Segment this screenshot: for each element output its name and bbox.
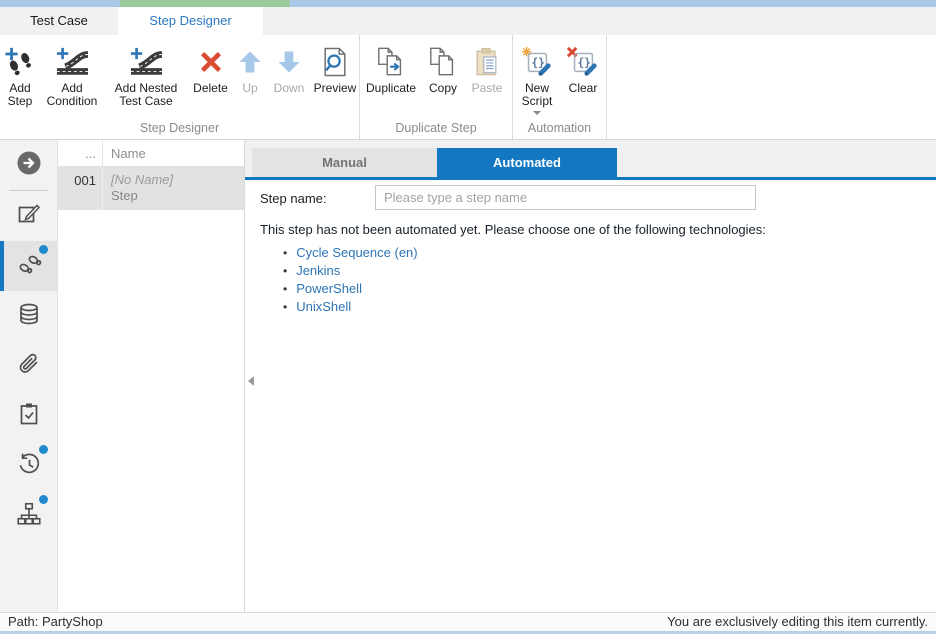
technology-link[interactable]: UnixShell: [283, 298, 418, 316]
ribbon-group-label: Step Designer: [0, 121, 359, 135]
down-label: Down: [274, 82, 305, 95]
add-nested-test-case-label: Add Nested Test Case: [104, 82, 188, 108]
copy-button[interactable]: Copy: [422, 40, 464, 95]
ribbon-group-automation: {} New Script {}: [513, 35, 607, 139]
add-step-label: Add Step: [0, 82, 40, 108]
steps-list-header: ... Name: [58, 140, 244, 167]
status-bar: Path: PartyShop You are exclusively edit…: [0, 612, 936, 631]
preview-label: Preview: [314, 82, 357, 95]
document-tabbar: Test Case Step Designer: [0, 7, 936, 35]
ribbon-group-duplicate-step: Duplicate Copy: [360, 35, 513, 139]
step-name: [No Name]: [111, 172, 244, 188]
paste-icon: [473, 42, 501, 82]
clear-script-button[interactable]: {} Clear: [561, 40, 605, 95]
paste-button: Paste: [464, 40, 510, 95]
sidebar-item-history[interactable]: [0, 441, 57, 491]
steps-list-panel: ... Name 001 [No Name] Step: [58, 140, 245, 612]
attachments-icon: [16, 351, 42, 382]
notification-dot: [39, 245, 48, 254]
delete-icon: [197, 42, 225, 82]
tab-step-designer[interactable]: Step Designer: [118, 7, 263, 35]
ribbon-group-label: Automation: [513, 121, 606, 135]
add-condition-button[interactable]: Add Condition: [40, 40, 104, 108]
sidebar-item-data[interactable]: [0, 291, 57, 341]
step-name-label: Step name:: [260, 191, 327, 206]
new-script-icon: {}: [520, 42, 554, 82]
clear-script-icon: {}: [566, 42, 600, 82]
up-label: Up: [242, 82, 257, 95]
navigate-icon: [16, 150, 42, 181]
new-script-button[interactable]: {} New Script: [513, 40, 561, 115]
active-tab-accent-strip: [120, 0, 290, 7]
tasks-icon: [16, 401, 42, 432]
sidebar-item-steps[interactable]: [0, 241, 57, 291]
ribbon-toolbar: Add Step Add Condition: [0, 35, 936, 140]
down-button: Down: [267, 40, 311, 95]
tab-automated[interactable]: Automated: [437, 148, 617, 177]
sidebar-item-edit[interactable]: [0, 191, 57, 241]
steps-icon: [18, 251, 44, 282]
app-window: Test Case Step Designer Add Step: [0, 0, 936, 634]
tab-manual[interactable]: Manual: [252, 148, 437, 177]
add-nested-test-case-button[interactable]: Add Nested Test Case: [104, 40, 188, 108]
ribbon-group-step-designer: Add Step Add Condition: [0, 35, 360, 139]
new-script-label: New Script: [513, 82, 561, 108]
collapse-panel-arrow-icon[interactable]: [248, 376, 254, 386]
status-path: Path: PartyShop: [8, 613, 103, 631]
paste-label: Paste: [472, 82, 503, 95]
left-icon-rail: [0, 140, 58, 612]
technology-list: Cycle Sequence (en) Jenkins PowerShell U…: [283, 244, 418, 316]
notification-dot: [39, 495, 48, 504]
step-row[interactable]: 001 [No Name] Step: [58, 167, 244, 210]
sidebar-item-attachments[interactable]: [0, 341, 57, 391]
step-type: Step: [111, 188, 244, 204]
sidebar-item-hierarchy[interactable]: [0, 491, 57, 541]
copy-icon: [426, 42, 460, 82]
notification-dot: [39, 445, 48, 454]
add-step-icon: [3, 42, 37, 82]
preview-icon: [321, 42, 349, 82]
clear-script-label: Clear: [569, 82, 598, 95]
up-button: Up: [233, 40, 267, 95]
data-icon: [16, 301, 42, 332]
new-script-dropdown-caret-icon[interactable]: [533, 111, 541, 115]
history-icon: [16, 451, 42, 482]
up-arrow-icon: [236, 42, 264, 82]
technology-link[interactable]: Cycle Sequence (en): [283, 244, 418, 262]
automation-message: This step has not been automated yet. Pl…: [260, 222, 766, 237]
tab-test-case[interactable]: Test Case: [0, 7, 118, 35]
sidebar-item-navigate[interactable]: [0, 140, 57, 190]
add-condition-label: Add Condition: [40, 82, 104, 108]
duplicate-icon: [374, 42, 408, 82]
copy-label: Copy: [429, 82, 457, 95]
step-number: 001: [58, 167, 103, 210]
technology-link[interactable]: Jenkins: [283, 262, 418, 280]
down-arrow-icon: [275, 42, 303, 82]
sidebar-item-tasks[interactable]: [0, 391, 57, 441]
add-step-button[interactable]: Add Step: [0, 40, 40, 108]
step-name-input[interactable]: [375, 185, 756, 210]
edit-icon: [16, 201, 42, 232]
step-editor: Manual Automated Step name: This step ha…: [245, 140, 936, 612]
column-header-number: ...: [58, 140, 103, 166]
active-tab-underline: [245, 177, 936, 180]
svg-text:{}: {}: [577, 57, 591, 70]
delete-button[interactable]: Delete: [188, 40, 233, 95]
editor-tabstrip: Manual Automated: [245, 140, 936, 177]
duplicate-label: Duplicate: [366, 82, 416, 95]
svg-text:{}: {}: [531, 57, 545, 70]
duplicate-button[interactable]: Duplicate: [360, 40, 422, 95]
add-nested-test-case-icon: [129, 42, 163, 82]
hierarchy-icon: [16, 501, 42, 532]
technology-link[interactable]: PowerShell: [283, 280, 418, 298]
preview-button[interactable]: Preview: [311, 40, 359, 95]
status-edit-message: You are exclusively editing this item cu…: [667, 613, 928, 631]
add-condition-icon: [55, 42, 89, 82]
delete-label: Delete: [193, 82, 228, 95]
ribbon-group-label: Duplicate Step: [360, 121, 512, 135]
column-header-name: Name: [103, 140, 244, 166]
